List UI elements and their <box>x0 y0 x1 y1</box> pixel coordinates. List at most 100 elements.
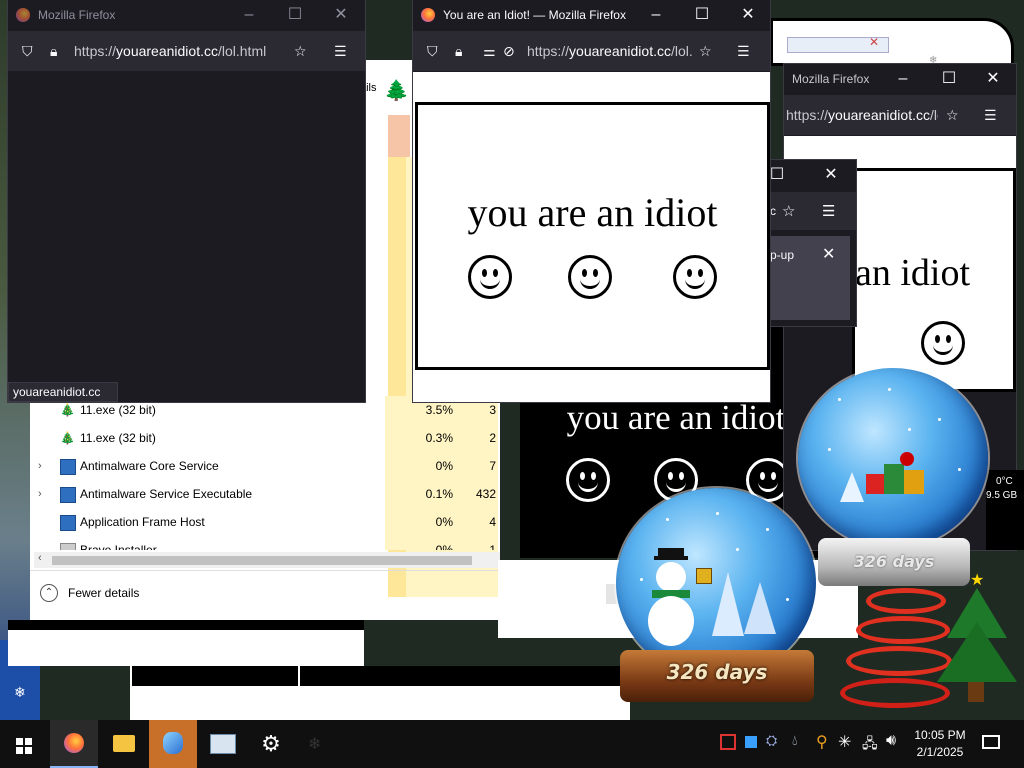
lock-icon[interactable]: 🔒︎ <box>455 43 462 59</box>
maximize-button[interactable]: ☐ <box>272 0 318 31</box>
idiot-page: an idiot <box>852 168 1016 392</box>
taskbar-settings[interactable]: ⚙ <box>247 720 295 768</box>
shield-icon[interactable]: ⛉ <box>427 43 438 59</box>
table-row[interactable]: 🎄 11.exe (32 bit) 0.3% 2 <box>30 424 500 452</box>
shield-icon[interactable]: ⛉ <box>22 43 33 59</box>
process-name: Application Frame Host <box>80 515 205 529</box>
snow-globe-back[interactable] <box>798 368 988 548</box>
close-button[interactable]: ✕ <box>318 0 364 31</box>
url-text[interactable]: https://youareanidiot.cc/lol. <box>786 107 938 123</box>
volume-icon[interactable]: 🔊︎ <box>886 732 896 750</box>
water-drop-icon[interactable]: 💧︎ <box>792 732 798 749</box>
maximize-button[interactable]: ☐ <box>926 64 972 95</box>
close-button[interactable]: ✕ <box>816 160 846 191</box>
firefox-window-small: ☐ ✕ c ☆ ☰ p-up ✕ <box>770 160 856 326</box>
tree-icon <box>840 472 864 502</box>
hamburger-menu-icon[interactable]: ☰ <box>737 43 750 59</box>
scroll-left-icon[interactable]: ‹ <box>38 552 42 564</box>
hamburger-menu-icon[interactable]: ☰ <box>984 107 997 123</box>
window-title: Mozilla Firefox <box>38 8 116 22</box>
table-row[interactable]: Application Frame Host 0% 4 <box>30 508 500 536</box>
smiley-icon <box>468 255 512 299</box>
chevron-right-icon[interactable]: › <box>38 452 42 480</box>
url-bar[interactable]: ⛉ 🔒︎ ⚌ ⊘ https://youareanidiot.cc/lol. ☆… <box>413 31 770 71</box>
taskbar-firefox[interactable] <box>50 720 98 768</box>
taskbar-app-active[interactable] <box>149 720 197 768</box>
smiley-icon <box>566 458 610 502</box>
tray-app-icon[interactable] <box>720 734 736 750</box>
memory-value: 432 <box>460 480 496 508</box>
back-window: ✕ ❄ <box>770 18 1014 66</box>
taskbar-file-explorer[interactable] <box>100 720 148 768</box>
url-bar[interactable]: https://youareanidiot.cc/lol. ☆ ☰ <box>784 95 1016 135</box>
lock-icon[interactable]: 🔒︎ <box>50 43 57 59</box>
url-text[interactable]: https://youareanidiot.cc/lol.html <box>74 43 274 59</box>
chevron-up-icon[interactable]: ⌃ <box>40 584 58 602</box>
window-frame-bar <box>300 666 630 686</box>
minimize-button[interactable]: – <box>880 64 926 95</box>
firefox-icon <box>421 8 435 22</box>
cpu-value: 0% <box>385 536 453 550</box>
title-bar: Mozilla Firefox – ☐ ✕ <box>784 64 1016 95</box>
process-name: Brave Installer <box>80 543 157 550</box>
url-path: /lol.html <box>217 43 267 59</box>
system-monitor-widget: 0°C 9.5 GB <box>986 470 1024 550</box>
taskbar: ⚙ ❄ ⛭ 💧︎ ⚲ ✳ 🖧︎ 🔊︎ 10:05 PM 2/1/2025 <box>0 720 1024 768</box>
smiley-icon <box>673 255 717 299</box>
process-name: 11.exe (32 bit) <box>80 431 156 445</box>
close-button[interactable]: ✕ <box>725 0 771 31</box>
clock[interactable]: 10:05 PM 2/1/2025 <box>912 728 968 759</box>
popup-blocked-notice: p-up ✕ <box>770 236 850 320</box>
snow-globe-base: 326 days <box>620 650 814 702</box>
clock-date: 2/1/2025 <box>916 745 964 759</box>
horizontal-scrollbar[interactable]: ‹ <box>34 552 500 568</box>
snowman-icon <box>646 548 696 648</box>
permissions-icon[interactable]: ⚌ <box>483 43 496 59</box>
notification-icon[interactable] <box>982 735 1000 749</box>
cpu-column-header[interactable] <box>388 115 410 157</box>
url-bar[interactable]: ⛉ 🔒︎ https://youareanidiot.cc/lol.html ☆… <box>8 31 365 71</box>
tray-app-icon[interactable] <box>745 736 757 748</box>
page-text: you are an idiot <box>467 190 718 235</box>
fewer-details-button[interactable]: Fewer details <box>68 586 139 600</box>
scrollbar-thumb[interactable] <box>52 556 472 565</box>
close-icon[interactable]: ✕ <box>869 35 879 49</box>
bookmark-star-icon[interactable]: ☆ <box>946 107 959 123</box>
maximize-button[interactable]: ☐ <box>679 0 725 31</box>
bookmark-star-icon[interactable]: ☆ <box>782 202 795 220</box>
camera-blocked-icon[interactable]: ⊘ <box>503 43 515 59</box>
tray-network-icon[interactable]: ⛭ <box>766 732 777 749</box>
cpu-value: 0% <box>385 452 453 480</box>
network-icon[interactable]: 🖧︎ <box>862 733 878 757</box>
hamburger-menu-icon[interactable]: ☰ <box>334 43 347 59</box>
close-icon[interactable]: ✕ <box>822 244 835 264</box>
snowflake-icon: ❄ <box>308 736 322 753</box>
page-content <box>8 71 365 402</box>
taskbar-task-manager[interactable] <box>198 720 246 768</box>
url-prefix: https:// <box>527 43 570 59</box>
url-bar[interactable]: c ☆ ☰ <box>770 192 856 230</box>
hamburger-menu-icon[interactable]: ☰ <box>822 202 835 220</box>
url-host: youareanidiot.cc <box>828 107 930 123</box>
tree-icon: 🎄 <box>60 431 75 445</box>
chevron-right-icon[interactable]: › <box>38 480 42 508</box>
url-text[interactable]: https://youareanidiot.cc/lol. <box>527 43 693 59</box>
bookmark-star-icon[interactable]: ☆ <box>294 43 307 59</box>
christmas-tree-icon: ★ <box>930 570 1024 720</box>
close-button[interactable]: ✕ <box>970 64 1016 95</box>
url-text[interactable]: c <box>770 204 776 218</box>
firefox-window-left: Mozilla Firefox – ☐ ✕ ⛉ 🔒︎ https://youar… <box>8 0 365 402</box>
firefox-icon <box>64 733 84 753</box>
sparkle-icon[interactable]: ✳ <box>838 732 851 752</box>
bookmark-star-icon[interactable]: ☆ <box>699 43 712 59</box>
search-icon[interactable]: ⚲ <box>816 732 828 752</box>
minimize-button[interactable]: – <box>633 0 679 31</box>
clock-time: 10:05 PM <box>914 728 966 742</box>
table-row[interactable]: › Antimalware Core Service 0% 7 <box>30 452 500 480</box>
status-link-tooltip: youareanidiot.cc <box>8 382 118 402</box>
table-row[interactable]: › Antimalware Service Executable 0.1% 43… <box>30 480 500 508</box>
folder-icon <box>113 735 135 752</box>
minimize-button[interactable]: – <box>226 0 272 31</box>
start-button[interactable] <box>0 720 48 768</box>
table-row[interactable]: Brave Installer 0% 1 <box>30 536 500 550</box>
